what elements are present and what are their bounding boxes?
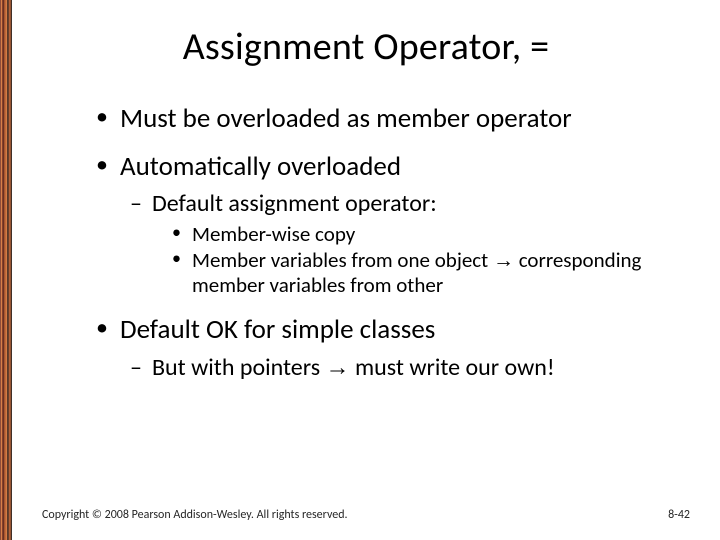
bullet-item: Default OK for simple classes But with p… bbox=[96, 315, 680, 381]
sub-bullet-list: Default assignment operator: Member-wise… bbox=[130, 190, 680, 297]
arrow-icon: → bbox=[493, 249, 514, 272]
page-number: 8-42 bbox=[668, 508, 690, 522]
bullet-text: But with pointers bbox=[152, 353, 326, 382]
slide-body: Assignment Operator, = Must be overloade… bbox=[12, 0, 720, 540]
sub-bullet-list: But with pointers → must write our own! bbox=[130, 354, 680, 382]
slide-title: Assignment Operator, = bbox=[12, 24, 720, 70]
sub-sub-bullet-item: Member-wise copy bbox=[172, 222, 680, 246]
bullet-list: Must be overloaded as member operator Au… bbox=[96, 104, 680, 381]
sub-sub-bullet-list: Member-wise copy Member variables from o… bbox=[172, 222, 680, 297]
sub-sub-bullet-item: Member variables from one object → corre… bbox=[172, 248, 680, 297]
arrow-icon: → bbox=[326, 354, 350, 381]
bullet-text: must write our own! bbox=[350, 353, 555, 382]
slide-footer: Copyright © 2008 Pearson Addison-Wesley.… bbox=[42, 508, 690, 522]
bullet-text: Automatically overloaded bbox=[120, 150, 401, 183]
bullet-text: Default assignment operator: bbox=[152, 189, 437, 218]
bullet-item: Automatically overloaded Default assignm… bbox=[96, 152, 680, 297]
bullet-text: Member variables from one object bbox=[192, 247, 493, 273]
bullet-item: Must be overloaded as member operator bbox=[96, 104, 680, 134]
bullet-text: Member-wise copy bbox=[192, 221, 355, 247]
sub-bullet-item: Default assignment operator: Member-wise… bbox=[130, 190, 680, 297]
sub-bullet-item: But with pointers → must write our own! bbox=[130, 354, 680, 382]
bullet-text: Default OK for simple classes bbox=[120, 313, 435, 346]
slide-content: Must be overloaded as member operator Au… bbox=[12, 104, 720, 381]
copyright-text: Copyright © 2008 Pearson Addison-Wesley.… bbox=[42, 508, 348, 522]
decorative-stripe bbox=[0, 0, 12, 540]
bullet-text: Must be overloaded as member operator bbox=[120, 102, 572, 135]
